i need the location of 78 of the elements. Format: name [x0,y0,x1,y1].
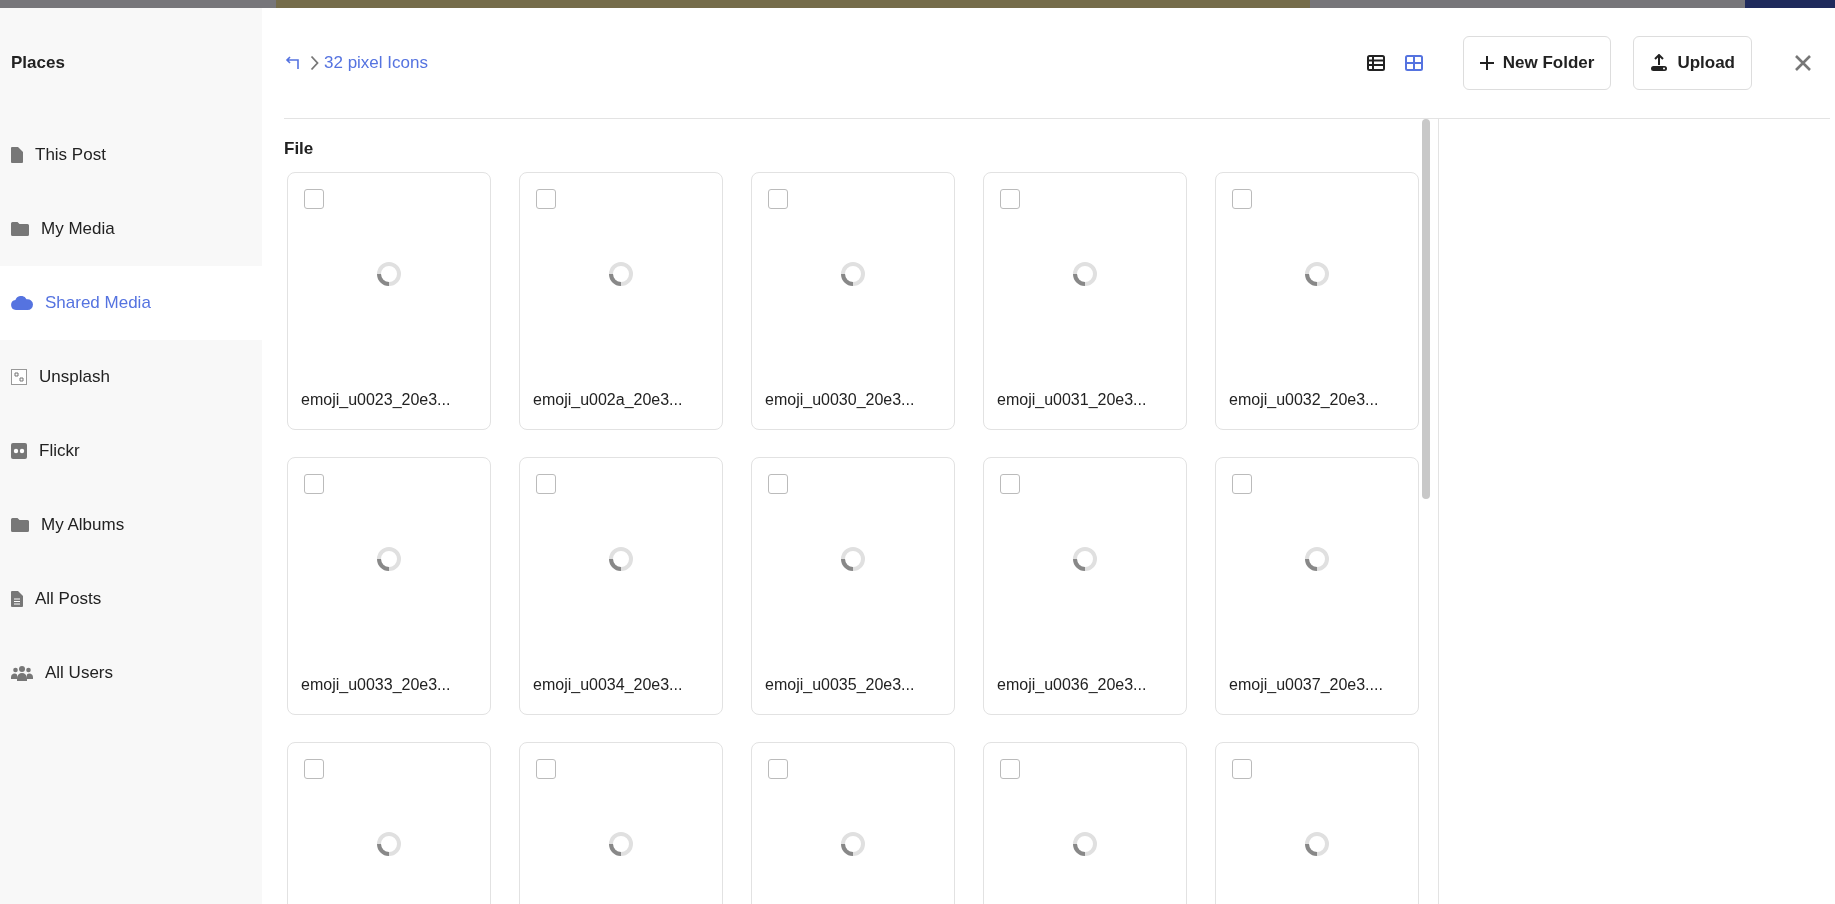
sidebar-item[interactable]: My Albums [0,488,262,562]
file-name: emoji_u0031_20e3... [997,391,1147,409]
loading-spinner-icon [376,546,402,572]
file-name: emoji_u0034_20e3... [533,676,683,694]
back-arrow-icon[interactable] [284,56,300,70]
checkbox[interactable] [768,189,788,209]
sidebar-item[interactable]: My Media [0,192,262,266]
checkbox[interactable] [304,474,324,494]
folder-icon [11,518,29,532]
file-card[interactable]: emoji_u0031_20e3... [983,172,1187,430]
checkbox[interactable] [1000,759,1020,779]
flickr-icon [11,443,27,459]
loading-spinner-icon [376,261,402,287]
loading-spinner-icon [1304,261,1330,287]
plus-icon [1479,56,1494,70]
list-view-icon[interactable] [1366,55,1385,71]
chevron-right-icon [310,55,319,71]
checkbox[interactable] [536,474,556,494]
loading-spinner-icon [840,546,866,572]
new-folder-button[interactable]: New Folder [1462,36,1612,90]
sidebar-item[interactable]: Unsplash [0,340,262,414]
file-name: emoji_u0032_20e3... [1229,391,1379,409]
checkbox[interactable] [1000,474,1020,494]
cloud-icon [11,296,33,310]
file-card[interactable]: emoji_u0037_20e3.... [1215,457,1419,715]
checkbox[interactable] [1232,189,1252,209]
loading-spinner-icon [608,546,634,572]
checkbox[interactable] [304,189,324,209]
sidebar-item[interactable]: Flickr [0,414,262,488]
file-name: emoji_u0036_20e3... [997,676,1147,694]
file-name: emoji_u0035_20e3... [765,676,915,694]
file-card[interactable]: emoji_u0035_20e3... [751,457,955,715]
file-name: emoji_u0030_20e3... [765,391,915,409]
section-title: File [284,139,315,159]
file-card[interactable]: emoji_u0023_20e3... [287,172,491,430]
loading-spinner-icon [1304,546,1330,572]
file-name: emoji_u0037_20e3.... [1229,676,1383,694]
checkbox[interactable] [536,759,556,779]
loading-spinner-icon [608,261,634,287]
breadcrumb-link[interactable]: 32 pixel Icons [324,53,428,73]
sidebar-item[interactable]: Shared Media [0,266,262,340]
document-icon [11,591,23,607]
sidebar-item[interactable]: All Posts [0,562,262,636]
users-icon [11,665,33,681]
checkbox[interactable] [536,189,556,209]
file-card[interactable]: emoji_u0036_20e3... [983,457,1187,715]
loading-spinner-icon [608,831,634,857]
file-name: emoji_u0033_20e3... [301,676,451,694]
image-icon [11,369,27,385]
sidebar-item[interactable]: This Post [0,118,262,192]
file-card[interactable]: emoji_u0032_20e3... [1215,172,1419,430]
loading-spinner-icon [840,261,866,287]
sidebar-item[interactable]: All Users [0,636,262,710]
checkbox[interactable] [1232,474,1252,494]
upload-button[interactable]: Upload [1633,36,1752,90]
checkbox[interactable] [768,759,788,779]
sidebar-title: Places [10,52,66,74]
file-card[interactable]: emoji_u002a_20e3... [519,172,723,430]
file-card[interactable]: emoji_u0033_20e3... [287,457,491,715]
checkbox[interactable] [768,474,788,494]
loading-spinner-icon [376,831,402,857]
file-name: emoji_u002a_20e3... [533,391,683,409]
grid-view-icon[interactable] [1404,55,1423,71]
checkbox[interactable] [304,759,324,779]
file-card[interactable]: emoji_u0030_20e3... [751,172,955,430]
loading-spinner-icon [1304,831,1330,857]
checkbox[interactable] [1000,189,1020,209]
folder-icon [11,222,29,236]
loading-spinner-icon [1072,261,1098,287]
file-card[interactable]: emoji_u0034_20e3... [519,457,723,715]
loading-spinner-icon [1072,546,1098,572]
checkbox[interactable] [1232,759,1252,779]
upload-icon [1650,54,1669,72]
loading-spinner-icon [1072,831,1098,857]
loading-spinner-icon [840,831,866,857]
document-icon [11,147,23,163]
close-icon[interactable] [1794,54,1812,72]
file-name: emoji_u0023_20e3... [301,391,451,409]
